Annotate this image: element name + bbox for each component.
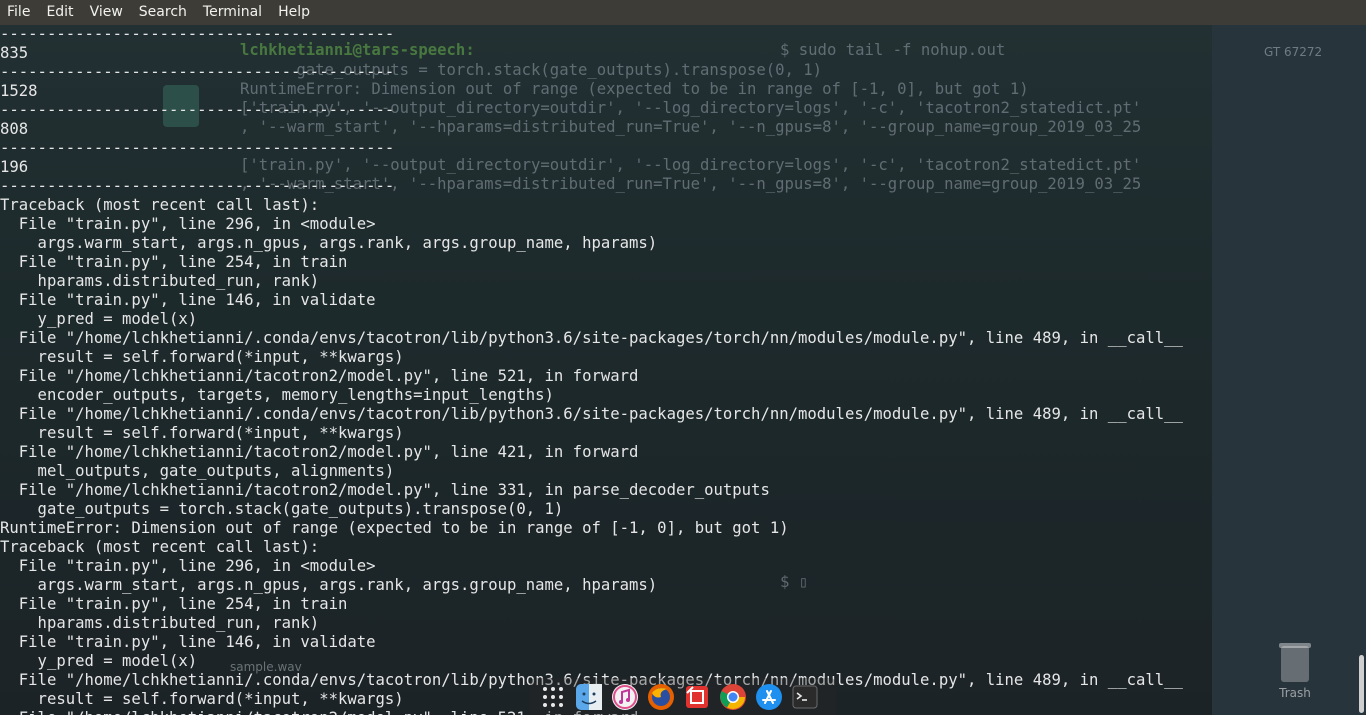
firefox-icon[interactable] [644, 680, 677, 713]
terminal-line: File "/home/lchkhetianni/.conda/envs/tac… [0, 329, 1183, 347]
apps-grid-icon[interactable] [536, 680, 569, 713]
terminal-line: File "train.py", line 254, in train [0, 253, 348, 271]
dock [530, 678, 836, 715]
terminal-line: mel_outputs, gate_outputs, alignments) [0, 462, 395, 480]
menu-edit[interactable]: Edit [38, 0, 81, 25]
terminal-line: gate_outputs = torch.stack(gate_outputs)… [0, 500, 564, 518]
menu-terminal[interactable]: Terminal [195, 0, 270, 25]
terminal-line: File "train.py", line 254, in train [0, 595, 348, 613]
terminal-line: File "train.py", line 146, in validate [0, 291, 376, 309]
terminal-line: File "train.py", line 296, in <module> [0, 215, 376, 233]
terminal-line: y_pred = model(x) [0, 310, 198, 328]
itunes-icon[interactable] [608, 680, 641, 713]
terminal-line: ----------------------------------------… [0, 63, 395, 81]
terminal-line: y_pred = model(x) [0, 652, 198, 670]
finder-icon[interactable] [572, 680, 605, 713]
terminal-line: Traceback (most recent call last): [0, 196, 320, 214]
trash-label: Trash [1279, 686, 1311, 700]
menubar: File Edit View Search Terminal Help [0, 0, 1366, 25]
terminal-line: File "/home/lchkhetianni/tacotron2/model… [0, 443, 639, 461]
terminal-line: encoder_outputs, targets, memory_lengths… [0, 386, 554, 404]
trash-icon [1279, 643, 1311, 682]
chrome-icon[interactable] [716, 680, 749, 713]
terminal-line: 1528 [0, 82, 38, 100]
terminal-line: Traceback (most recent call last): [0, 538, 320, 556]
terminal-line: 808 [0, 120, 29, 138]
terminal-icon[interactable] [788, 680, 821, 713]
menu-help[interactable]: Help [270, 0, 318, 25]
terminal-window[interactable]: lchkhetianni@tars-speech: $ sudo tail -f… [0, 25, 1366, 715]
menu-search[interactable]: Search [131, 0, 195, 25]
terminal-line: ----------------------------------------… [0, 177, 395, 195]
terminal-line: File "/home/lchkhetianni/tacotron2/model… [0, 367, 639, 385]
trash[interactable]: Trash [1272, 640, 1318, 712]
terminal-line: args.warm_start, args.n_gpus, args.rank,… [0, 576, 658, 594]
terminal-line: ----------------------------------------… [0, 101, 395, 119]
terminal-line: hparams.distributed_run, rank) [0, 272, 320, 290]
terminal-line: result = self.forward(*input, **kwargs) [0, 348, 404, 366]
terminal-line: ----------------------------------------… [0, 139, 395, 157]
terminal-scrollbar[interactable] [1359, 655, 1364, 713]
menu-view[interactable]: View [82, 0, 131, 25]
terminal-line: File "train.py", line 146, in validate [0, 633, 376, 651]
terminal-output: ----------------------------------------… [0, 25, 1366, 715]
terminal-line: File "/home/lchkhetianni/tacotron2/model… [0, 481, 770, 499]
terminal-line: File "train.py", line 296, in <module> [0, 557, 376, 575]
photo-editor-icon[interactable] [680, 680, 713, 713]
terminal-line: hparams.distributed_run, rank) [0, 614, 320, 632]
menu-file[interactable]: File [0, 0, 38, 25]
terminal-line: args.warm_start, args.n_gpus, args.rank,… [0, 234, 658, 252]
terminal-line: result = self.forward(*input, **kwargs) [0, 424, 404, 442]
terminal-line: 196 [0, 158, 29, 176]
app-store-icon[interactable] [752, 680, 785, 713]
terminal-line: ----------------------------------------… [0, 25, 395, 43]
terminal-line: File "/home/lchkhetianni/.conda/envs/tac… [0, 405, 1183, 423]
terminal-line: 835 [0, 44, 29, 62]
terminal-line: RuntimeError: Dimension out of range (ex… [0, 519, 789, 537]
